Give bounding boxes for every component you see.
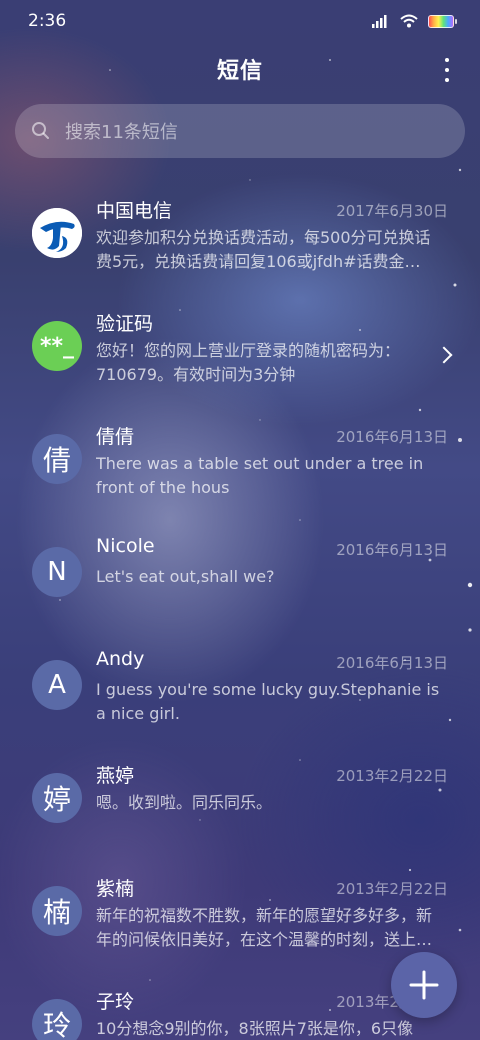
conversation-item[interactable]: 婷 燕婷 2013年2月22日 嗯。收到啦。同乐同乐。 (0, 751, 480, 864)
avatar-text: 倩 (42, 444, 71, 477)
china-telecom-logo-icon (32, 208, 82, 258)
header: 短信 (0, 48, 480, 90)
avatar: 婷 (32, 773, 82, 823)
more-vertical-icon[interactable] (438, 58, 456, 82)
conversation-item[interactable]: **_ 验证码 您好！您的网上营业厅登录的随机密码为：710679。有效时间为3… (0, 299, 480, 412)
avatar-text: A (48, 670, 66, 700)
conversation-date: 2016年6月13日 (336, 654, 448, 672)
plus-icon (409, 970, 439, 1000)
conversation-date: 2017年6月30日 (336, 202, 448, 220)
conversation-date: 2013年2月22日 (336, 880, 448, 898)
conversation-preview: 您好！您的网上营业厅登录的随机密码为：710679。有效时间为3分钟 (96, 341, 401, 384)
conversation-date: 2016年6月13日 (336, 428, 448, 446)
conversation-name: 燕婷 (96, 765, 135, 787)
avatar: A (32, 660, 82, 710)
wifi-icon (400, 14, 418, 28)
avatar-text: N (47, 557, 67, 587)
conversation-item[interactable]: 倩 倩倩 2016年6月13日 There was a table set ou… (0, 412, 480, 525)
avatar-text: 楠 (42, 896, 71, 929)
conversation-preview: I guess you're some lucky guy.Stephanie … (96, 680, 440, 723)
conversation-list: 中国电信 2017年6月30日 欢迎参加积分兑换话费活动，每500分可兑换话费5… (0, 186, 480, 1040)
conversation-preview: 10分想念9别的你，8张照片7张是你，6只像你，4根骨头3根归你，2爪着地1定是… (96, 1019, 414, 1038)
conversation-name: 验证码 (96, 313, 154, 335)
conversation-preview: 嗯。收到啦。同乐同乐。 (96, 793, 273, 812)
conversation-preview: 欢迎参加积分兑换话费活动，每500分可兑换话费5元，兑换话费请回复106或jfd… (96, 228, 431, 271)
verification-code-avatar: **_ (32, 321, 82, 371)
conversation-name: Nicole (96, 535, 155, 557)
conversation-preview: Let's eat out,shall we? (96, 567, 275, 586)
conversation-preview: There was a table set out under a tree i… (96, 454, 424, 497)
avatar: 玲 (32, 999, 82, 1040)
conversation-name: 紫楠 (96, 878, 135, 900)
search-input[interactable]: 搜索11条短信 (15, 104, 465, 158)
search-placeholder: 搜索11条短信 (65, 122, 178, 143)
signal-icon (372, 15, 387, 28)
conversation-preview: 新年的祝福数不胜数，新年的愿望好多好多，新年的问候依旧美好，在这个温馨的时刻，送… (96, 906, 433, 949)
new-message-button[interactable] (391, 952, 457, 1018)
battery-icon (428, 14, 457, 28)
china-telecom-logo (32, 208, 82, 258)
conversation-name: 中国电信 (96, 200, 173, 222)
conversation-date: 2016年6月13日 (336, 541, 448, 559)
status-icons (372, 14, 457, 28)
conversation-name: 倩倩 (96, 426, 135, 448)
conversation-item[interactable]: A Andy 2016年6月13日 I guess you're some lu… (0, 638, 480, 751)
avatar-text: **_ (39, 333, 74, 359)
status-bar: 2:36 (0, 0, 480, 42)
conversation-item[interactable]: N Nicole 2016年6月13日 Let's eat out,shall … (0, 525, 480, 638)
avatar: 楠 (32, 886, 82, 936)
conversation-date: 2013年2月22日 (336, 767, 448, 785)
conversation-item[interactable]: 中国电信 2017年6月30日 欢迎参加积分兑换话费活动，每500分可兑换话费5… (0, 186, 480, 299)
search-icon (32, 122, 49, 139)
status-time: 2:36 (28, 11, 67, 31)
avatar: 倩 (32, 434, 82, 484)
conversation-name: Andy (96, 648, 145, 670)
page-title: 短信 (216, 59, 263, 84)
avatar: N (32, 547, 82, 597)
avatar-text: 玲 (42, 1009, 71, 1040)
avatar-text: 婷 (42, 783, 71, 816)
conversation-name: 子玲 (96, 991, 135, 1013)
